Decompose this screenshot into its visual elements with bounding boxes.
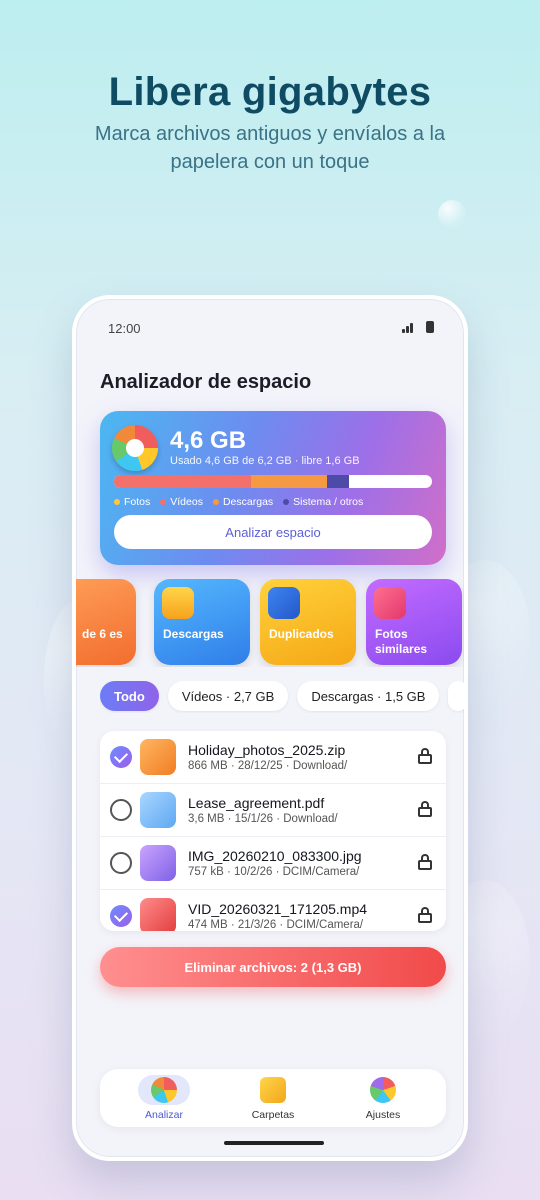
file-name: Lease_agreement.pdf [188, 795, 325, 811]
lock-icon[interactable] [418, 748, 432, 764]
page-title: Analizador de espacio [100, 371, 312, 393]
legend-item: Descargas [212, 496, 273, 508]
bar-segment-sistema [327, 475, 350, 488]
file-name: VID_20260321_171205.mp4 [188, 901, 368, 917]
file-row[interactable]: Holiday_photos_2025.zip 866 MB · 28/12/2… [100, 731, 446, 784]
file-checkbox[interactable] [110, 905, 132, 927]
file-row[interactable]: Lease_agreement.pdf 3,6 MB · 15/1/26 · D… [100, 784, 446, 837]
nav-label: Carpetas [251, 1109, 295, 1121]
filter-chips: Todo Vídeos · 2,7 GB Descargas · 1,5 GB [100, 681, 464, 713]
legend-dot-descargas [212, 499, 219, 506]
signal-icon [402, 321, 416, 333]
bar-segment-videos [114, 475, 251, 488]
bar-segment-descargas [250, 475, 328, 488]
image-icon [140, 845, 176, 881]
legend-dot-videos [160, 499, 167, 506]
bottom-navigation: Analizar Carpetas Ajustes [100, 1069, 446, 1127]
legend-item: Fotos [114, 496, 150, 508]
file-name: IMG_20260210_083300.jpg [188, 848, 362, 864]
nav-item-analizar[interactable]: Analizar [124, 1075, 204, 1123]
background-bubble [438, 200, 466, 228]
legend-item: Sistema / otros [283, 496, 363, 508]
storage-summary-card: 4,6 GB Usado 4,6 GB de 6,2 GB · libre 1,… [100, 411, 446, 565]
filter-chip-descargas[interactable]: Descargas · 1,5 GB [297, 681, 440, 711]
hero-title: Libera gigabytes [108, 70, 432, 114]
delete-files-button[interactable]: Eliminar archivos: 2 (1,3 GB) [100, 947, 446, 987]
category-carousel[interactable]: de 6 es Descargas Duplicados Fotos simil… [76, 579, 464, 667]
filter-chip-more[interactable] [448, 681, 464, 711]
legend-dot-sistema [283, 499, 290, 506]
lock-icon[interactable] [418, 907, 432, 923]
file-list: Holiday_photos_2025.zip 866 MB · 28/12/2… [100, 731, 446, 931]
document-icon [140, 792, 176, 828]
settings-icon [370, 1077, 396, 1103]
category-card-similar-photos[interactable]: Fotos similares [366, 579, 462, 665]
download-icon [162, 587, 194, 619]
filter-chip-videos[interactable]: Vídeos · 2,7 GB [167, 681, 289, 711]
lock-icon[interactable] [418, 854, 432, 870]
nav-item-ajustes[interactable]: Ajustes [343, 1075, 423, 1123]
storage-legend: Fotos Vídeos Descargas Sistema / otros [114, 496, 363, 508]
nav-item-carpetas[interactable]: Carpetas [233, 1075, 313, 1123]
file-meta: 3,6 MB · 15/1/26 · Download/ [188, 813, 338, 825]
storage-usage-text: Usado 4,6 GB de 6,2 GB · libre 1,6 GB [170, 455, 360, 467]
storage-usage-bar [114, 475, 432, 488]
duplicates-icon [268, 587, 300, 619]
file-name: Holiday_photos_2025.zip [188, 742, 346, 758]
analyze-space-button[interactable]: Analizar espacio [114, 515, 432, 549]
status-time: 12:00 [108, 321, 141, 336]
home-indicator [224, 1141, 324, 1145]
storage-total: 4,6 GB [170, 427, 247, 454]
category-card-duplicates[interactable]: Duplicados [260, 579, 356, 665]
legend-item: Vídeos [160, 496, 203, 508]
nav-label: Ajustes [365, 1109, 401, 1121]
phone-frame: 12:00 Analizador de espacio 4,6 GB Usado… [72, 295, 468, 1161]
filter-chip-todo[interactable]: Todo [100, 681, 159, 711]
analyze-icon [151, 1077, 177, 1103]
file-meta: 866 MB · 28/12/25 · Download/ [188, 760, 348, 772]
status-bar: 12:00 [106, 321, 434, 341]
file-checkbox[interactable] [110, 852, 132, 874]
folders-icon [260, 1077, 286, 1103]
nav-label: Analizar [145, 1109, 183, 1121]
category-card-downloads[interactable]: Descargas [154, 579, 250, 665]
legend-dot-fotos [114, 499, 120, 506]
file-meta: 757 kB · 10/2/26 · DCIM/Camera/ [188, 866, 360, 878]
lock-icon[interactable] [418, 801, 432, 817]
file-row[interactable]: IMG_20260210_083300.jpg 757 kB · 10/2/26… [100, 837, 446, 890]
video-icon [140, 898, 176, 931]
file-meta: 474 MB · 21/3/26 · DCIM/Camera/ [188, 919, 364, 931]
hero-subtitle: Marca archivos antiguos y envíalos a la … [94, 123, 446, 173]
file-row[interactable]: VID_20260321_171205.mp4 474 MB · 21/3/26… [100, 890, 446, 931]
archive-icon [140, 739, 176, 775]
similar-photos-icon [374, 587, 406, 619]
storage-pie-icon [112, 425, 158, 471]
file-checkbox[interactable] [110, 746, 132, 768]
category-card-large-files[interactable]: de 6 es [76, 579, 136, 665]
file-checkbox[interactable] [110, 799, 132, 821]
battery-icon [426, 321, 434, 333]
